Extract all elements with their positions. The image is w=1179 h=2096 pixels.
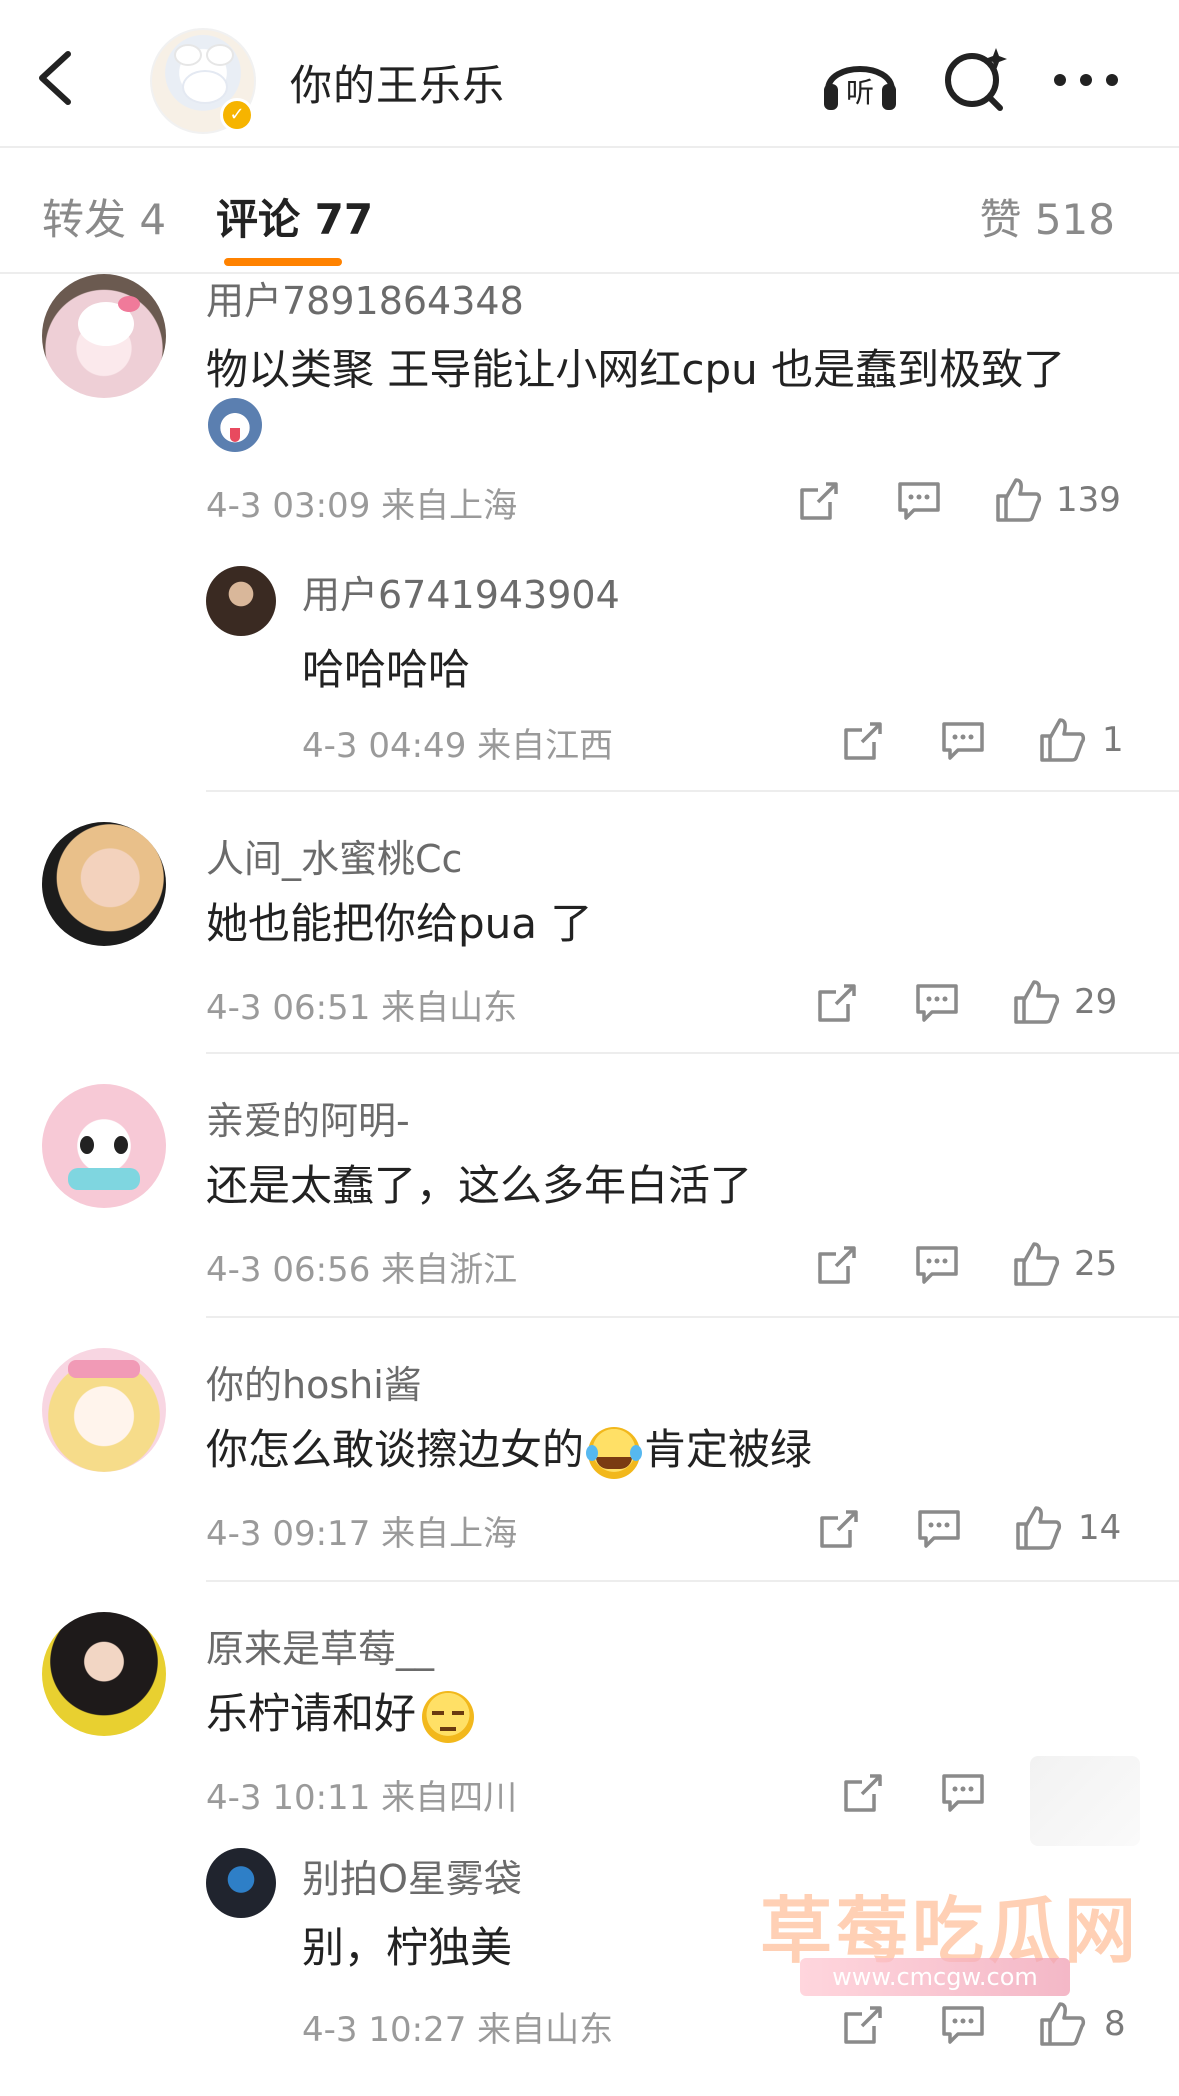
smirk-emoji-icon bbox=[422, 1690, 475, 1743]
search-icon[interactable] bbox=[938, 44, 1018, 114]
reply-meta: 4-3 10:27 来自山东 bbox=[302, 2010, 614, 2050]
comment-text: 乐柠请和好 bbox=[206, 1680, 475, 1743]
comment-text-part: 乐柠请和好 bbox=[206, 1689, 417, 1738]
like-count: 14 bbox=[1078, 1508, 1122, 1548]
like-thumb-icon[interactable] bbox=[1038, 2000, 1086, 2050]
user-avatar[interactable] bbox=[42, 1612, 166, 1736]
comment-text: 她也能把你给pua 了 bbox=[206, 899, 593, 948]
comment-meta: 4-3 06:56 来自浙江 bbox=[206, 1250, 518, 1290]
reply-user-avatar[interactable] bbox=[206, 566, 276, 636]
share-icon[interactable] bbox=[840, 718, 886, 768]
comment-meta: 4-3 09:17 来自上海 bbox=[206, 1514, 518, 1554]
like-count: 29 bbox=[1074, 982, 1118, 1022]
reply-icon[interactable] bbox=[940, 718, 986, 768]
like-count: 25 bbox=[1074, 1244, 1118, 1284]
tab-bar: 转发 4 评论 77 赞 518 bbox=[0, 150, 1179, 274]
reply-icon[interactable] bbox=[914, 1242, 960, 1292]
share-icon[interactable] bbox=[814, 980, 860, 1030]
share-icon[interactable] bbox=[840, 2002, 886, 2052]
comment-username[interactable]: 你的hoshi酱 bbox=[206, 1354, 422, 1409]
more-options-icon[interactable] bbox=[1048, 44, 1128, 114]
reply-icon[interactable] bbox=[896, 478, 942, 528]
comment-text-part: 肯定被绿 bbox=[644, 1425, 813, 1474]
comment-text: 物以类聚 王导能让小网红cpu 也是蠢到极致了 bbox=[206, 345, 1066, 394]
tab-like[interactable]: 赞 518 bbox=[979, 186, 1115, 247]
blurred-like-area bbox=[1030, 1756, 1140, 1846]
user-avatar[interactable] bbox=[42, 274, 166, 398]
comment-text-part: 你怎么敢谈擦边女的 bbox=[206, 1425, 585, 1474]
tab-repost[interactable]: 转发 4 bbox=[42, 186, 166, 247]
reply-text: 哈哈哈哈 bbox=[302, 645, 471, 694]
laugh-cry-emoji-icon bbox=[586, 1426, 643, 1479]
comment-text: 还是太蠢了，这么多年白活了 bbox=[206, 1161, 753, 1210]
comment-username[interactable]: 用户7891864348 bbox=[206, 270, 524, 325]
reply-icon[interactable] bbox=[940, 1770, 986, 1820]
reply-username[interactable]: 用户6741943904 bbox=[302, 564, 620, 619]
comment-username[interactable]: 亲爱的阿明- bbox=[206, 1090, 410, 1145]
reply-user-avatar[interactable] bbox=[206, 1848, 276, 1918]
comment-text: 你怎么敢谈擦边女的 肯定被绿 bbox=[206, 1416, 812, 1479]
like-count: 1 bbox=[1102, 720, 1124, 760]
user-avatar[interactable] bbox=[42, 1348, 166, 1472]
comment-meta: 4-3 10:11 来自四川 bbox=[206, 1778, 518, 1818]
back-arrow-icon[interactable] bbox=[34, 48, 78, 108]
user-avatar[interactable] bbox=[42, 1084, 166, 1208]
like-thumb-icon[interactable] bbox=[1014, 1504, 1062, 1554]
comment-username[interactable]: 人间_水蜜桃Cc bbox=[206, 828, 462, 883]
share-icon[interactable] bbox=[814, 1242, 860, 1292]
comment-meta: 4-3 03:09 来自上海 bbox=[206, 486, 518, 526]
like-thumb-icon[interactable] bbox=[1012, 978, 1060, 1028]
reply-icon[interactable] bbox=[916, 1506, 962, 1556]
watermark-url: www.cmcgw.com bbox=[800, 1958, 1070, 1996]
verified-badge-icon: ✓ bbox=[220, 98, 254, 132]
like-thumb-icon[interactable] bbox=[994, 476, 1042, 526]
tab-comment[interactable]: 评论 77 bbox=[216, 186, 373, 247]
like-thumb-icon[interactable] bbox=[1012, 1240, 1060, 1290]
share-icon[interactable] bbox=[816, 1506, 862, 1556]
divider bbox=[206, 1316, 1179, 1318]
listen-headphone-icon[interactable]: 听 bbox=[820, 44, 900, 114]
reply-icon[interactable] bbox=[940, 2002, 986, 2052]
reply-username[interactable]: 别拍O星雾袋 bbox=[302, 1848, 522, 1903]
reply-text: 别，柠独美 bbox=[302, 1923, 513, 1972]
husky-emoji-icon bbox=[208, 398, 262, 452]
like-thumb-icon[interactable] bbox=[1038, 716, 1086, 766]
active-tab-indicator bbox=[224, 258, 342, 266]
divider bbox=[206, 1580, 1179, 1582]
share-icon[interactable] bbox=[840, 1770, 886, 1820]
like-count: 8 bbox=[1104, 2004, 1126, 2044]
svg-text:听: 听 bbox=[846, 76, 874, 109]
comment-meta: 4-3 06:51 来自山东 bbox=[206, 988, 518, 1028]
divider bbox=[206, 1052, 1179, 1054]
comment-username[interactable]: 原来是草莓__ bbox=[206, 1618, 434, 1673]
share-icon[interactable] bbox=[796, 478, 842, 528]
top-bar: ✓ 你的王乐乐 听 bbox=[0, 0, 1179, 148]
reply-meta: 4-3 04:49 来自江西 bbox=[302, 726, 614, 766]
divider bbox=[206, 790, 1179, 792]
reply-icon[interactable] bbox=[914, 980, 960, 1030]
profile-name[interactable]: 你的王乐乐 bbox=[290, 52, 505, 113]
user-avatar[interactable] bbox=[42, 822, 166, 946]
like-count: 139 bbox=[1056, 480, 1121, 520]
